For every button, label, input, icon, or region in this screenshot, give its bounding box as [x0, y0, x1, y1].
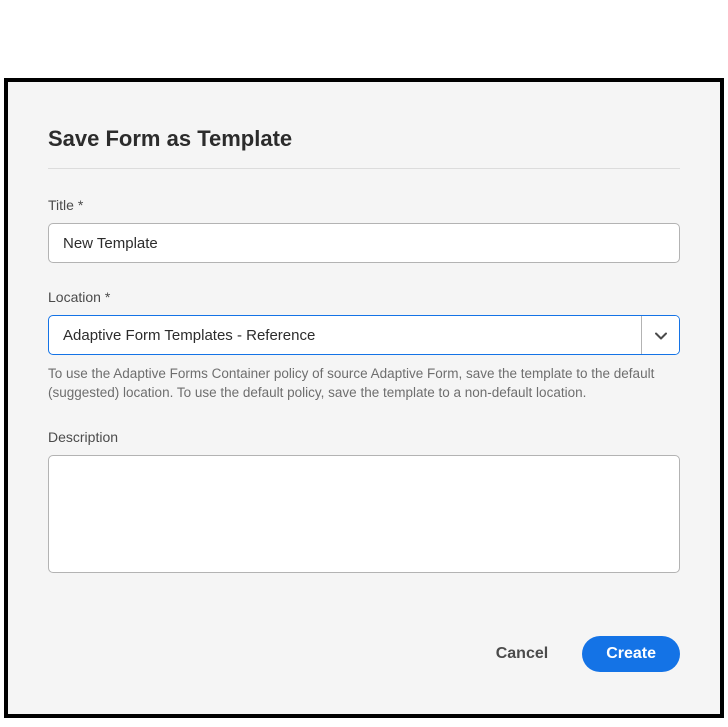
- chevron-down-icon: [655, 328, 667, 343]
- dialog-title: Save Form as Template: [48, 126, 680, 152]
- save-template-dialog: Save Form as Template Title * Location *…: [4, 78, 724, 718]
- description-label: Description: [48, 429, 680, 445]
- title-field-group: Title *: [48, 197, 680, 263]
- title-input[interactable]: [48, 223, 680, 263]
- dialog-button-row: Cancel Create: [48, 636, 680, 672]
- cancel-button[interactable]: Cancel: [486, 637, 558, 671]
- location-field-group: Location * To use the Adaptive Forms Con…: [48, 289, 680, 403]
- description-textarea[interactable]: [48, 455, 680, 573]
- location-dropdown-button[interactable]: [641, 316, 679, 354]
- location-input[interactable]: [49, 316, 641, 354]
- description-field-group: Description: [48, 429, 680, 578]
- title-label: Title *: [48, 197, 680, 213]
- title-divider: [48, 168, 680, 169]
- location-combobox: [48, 315, 680, 355]
- create-button[interactable]: Create: [582, 636, 680, 672]
- location-label: Location *: [48, 289, 680, 305]
- location-help-text: To use the Adaptive Forms Container poli…: [48, 365, 680, 403]
